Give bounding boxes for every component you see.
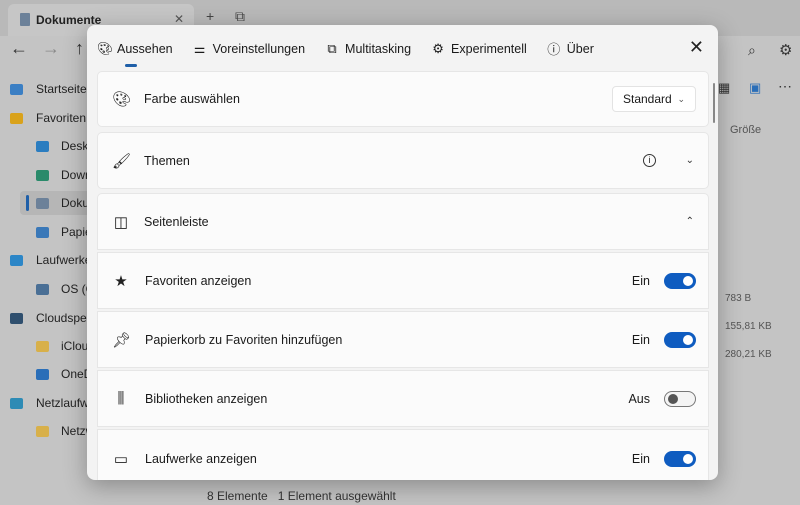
search-icon[interactable]: ⌕ (748, 42, 756, 59)
setting-favoriten: ★ Favoriten anzeigen Ein (97, 252, 709, 309)
settings-dialog: 🎨︎ Aussehen ⚌ Voreinstellungen ⧉ Multitaski… (87, 25, 718, 480)
forward-icon[interactable]: → (42, 38, 60, 59)
setting-label: Bibliotheken anzeigen (145, 391, 268, 406)
item-count: 8 Elemente (207, 489, 268, 503)
sidebar-item-icon (36, 198, 49, 209)
tab-label: Experimentell (451, 41, 527, 56)
close-tab-icon[interactable]: ✕ (174, 12, 184, 26)
sidebar-item-icon (36, 170, 49, 181)
column-size[interactable]: Größe (730, 124, 761, 136)
tab-label: Multitasking (345, 41, 412, 56)
sidebar-item[interactable]: Cloudspei (36, 311, 89, 325)
toggle-state: Ein (631, 452, 650, 466)
close-icon[interactable]: ✕ (689, 37, 704, 58)
tab-label: Aussehen (117, 41, 173, 56)
tab-voreinstellungen[interactable]: ⚌ Voreinstellungen (193, 39, 305, 58)
sidebar-item-icon (36, 141, 49, 152)
sidebar-item[interactable]: Favoriten (36, 111, 86, 125)
tab-aussehen[interactable]: 🎨︎ Aussehen (97, 39, 173, 67)
sidebar-item-icon (36, 227, 49, 238)
setting-papierkorb: 📌︎ Papierkorb zu Favoriten hinzufügen Ei… (97, 311, 709, 368)
palette-icon: 🎨︎ (112, 91, 132, 108)
brush-icon: 🖌︎ (112, 152, 132, 170)
sliders-icon: ⚌ (193, 40, 206, 56)
dropdown-value: Standard (623, 92, 672, 106)
chevron-up-icon[interactable]: ⌃ (686, 216, 694, 227)
tab-label: Über (566, 41, 594, 56)
sidebar-item-icon (36, 341, 49, 352)
sidebar-item[interactable]: Laufwerke (36, 253, 91, 267)
favorites-toggle[interactable] (664, 272, 696, 289)
sidebar-item-icon (36, 284, 49, 295)
drive-icon: ▭ (113, 451, 129, 468)
settings-tabs: 🎨︎ Aussehen ⚌ Voreinstellungen ⧉ Multitaski… (97, 39, 614, 67)
tab-ueber[interactable]: ⓘ Über (547, 39, 594, 58)
details-pane-icon[interactable]: ▣ (749, 80, 761, 96)
flask-icon: ⚙ (432, 40, 444, 56)
file-size: 783 B (725, 293, 752, 304)
pin-icon: 📌︎ (112, 331, 132, 349)
selection-count: 1 Element ausgewählt (277, 489, 396, 503)
setting-label: Laufwerke anzeigen (145, 452, 257, 466)
toggle-state: Aus (628, 391, 650, 406)
file-size: 280,21 KB (725, 349, 772, 360)
windows-icon: ⧉ (327, 40, 337, 56)
document-folder-icon (20, 13, 30, 26)
sidebar-icon: ◫ (113, 213, 129, 231)
back-icon[interactable]: ← (10, 38, 28, 59)
palette-icon: 🎨︎ (97, 40, 114, 56)
setting-laufwerke: ▭ Laufwerke anzeigen Ein (97, 429, 709, 480)
sidebar-item-icon (36, 369, 49, 380)
setting-label: Favoriten anzeigen (145, 273, 252, 288)
sidebar-item[interactable]: Doku (61, 196, 89, 210)
setting-label: Farbe auswählen (144, 92, 240, 106)
info-icon: ⓘ (547, 42, 561, 57)
sidebar-item[interactable]: iClou (61, 339, 88, 353)
view-icon[interactable]: ▦ (718, 80, 730, 96)
setting-bibliotheken: ⫼ Bibliotheken anzeigen Aus (97, 370, 709, 427)
setting-label: Papierkorb zu Favoriten hinzufügen (145, 332, 343, 347)
sidebar-item-icon (10, 84, 23, 95)
tab-label: Voreinstellungen (212, 41, 306, 56)
recycle-bin-toggle[interactable] (664, 331, 696, 348)
sidebar-item-icon (10, 255, 23, 266)
star-icon: ★ (114, 272, 128, 290)
status-bar: 8 Elemente 1 Element ausgewählt (207, 489, 396, 503)
setting-seitenleiste[interactable]: ◫ Seitenleiste ⌃ (97, 193, 709, 250)
sidebar-item[interactable]: Startseite (36, 82, 87, 96)
color-dropdown[interactable]: Standard ⌄ (612, 86, 696, 112)
selection-indicator (26, 195, 29, 211)
more-icon[interactable]: ⋯ (778, 78, 792, 95)
sidebar-item-icon (10, 113, 23, 124)
settings-icon[interactable]: ⚙ (779, 41, 792, 59)
sidebar-item[interactable]: Netzlaufw (36, 396, 89, 410)
setting-label: Seitenleiste (144, 214, 209, 229)
chevron-down-icon[interactable]: ⌄ (686, 155, 694, 166)
scrollbar[interactable] (713, 83, 715, 123)
sidebar-item-icon (36, 426, 49, 437)
chevron-down-icon: ⌄ (677, 93, 685, 104)
duplicate-tab-icon[interactable]: ⧉ (235, 8, 245, 25)
libraries-toggle[interactable] (664, 390, 696, 407)
up-icon[interactable]: ↑ (75, 38, 84, 59)
setting-themen[interactable]: 🖌︎ Themen i ⌄ (97, 132, 709, 189)
library-icon: ⫼ (117, 390, 125, 407)
setting-label: Themen (144, 153, 190, 168)
info-icon[interactable]: i (643, 154, 656, 167)
tab-multitasking[interactable]: ⧉ Multitasking (325, 39, 411, 58)
sidebar-item-icon (10, 398, 23, 409)
setting-farbe: 🎨︎ Farbe auswählen Standard ⌄ (97, 71, 709, 127)
new-tab-icon[interactable]: + (206, 8, 214, 24)
drives-toggle[interactable] (664, 451, 696, 467)
tab-experimentell[interactable]: ⚙ Experimentell (431, 39, 527, 58)
sidebar-item-icon (10, 313, 23, 324)
toggle-state: Ein (631, 332, 650, 347)
toggle-state: Ein (631, 273, 650, 288)
file-size: 155,81 KB (725, 321, 772, 332)
